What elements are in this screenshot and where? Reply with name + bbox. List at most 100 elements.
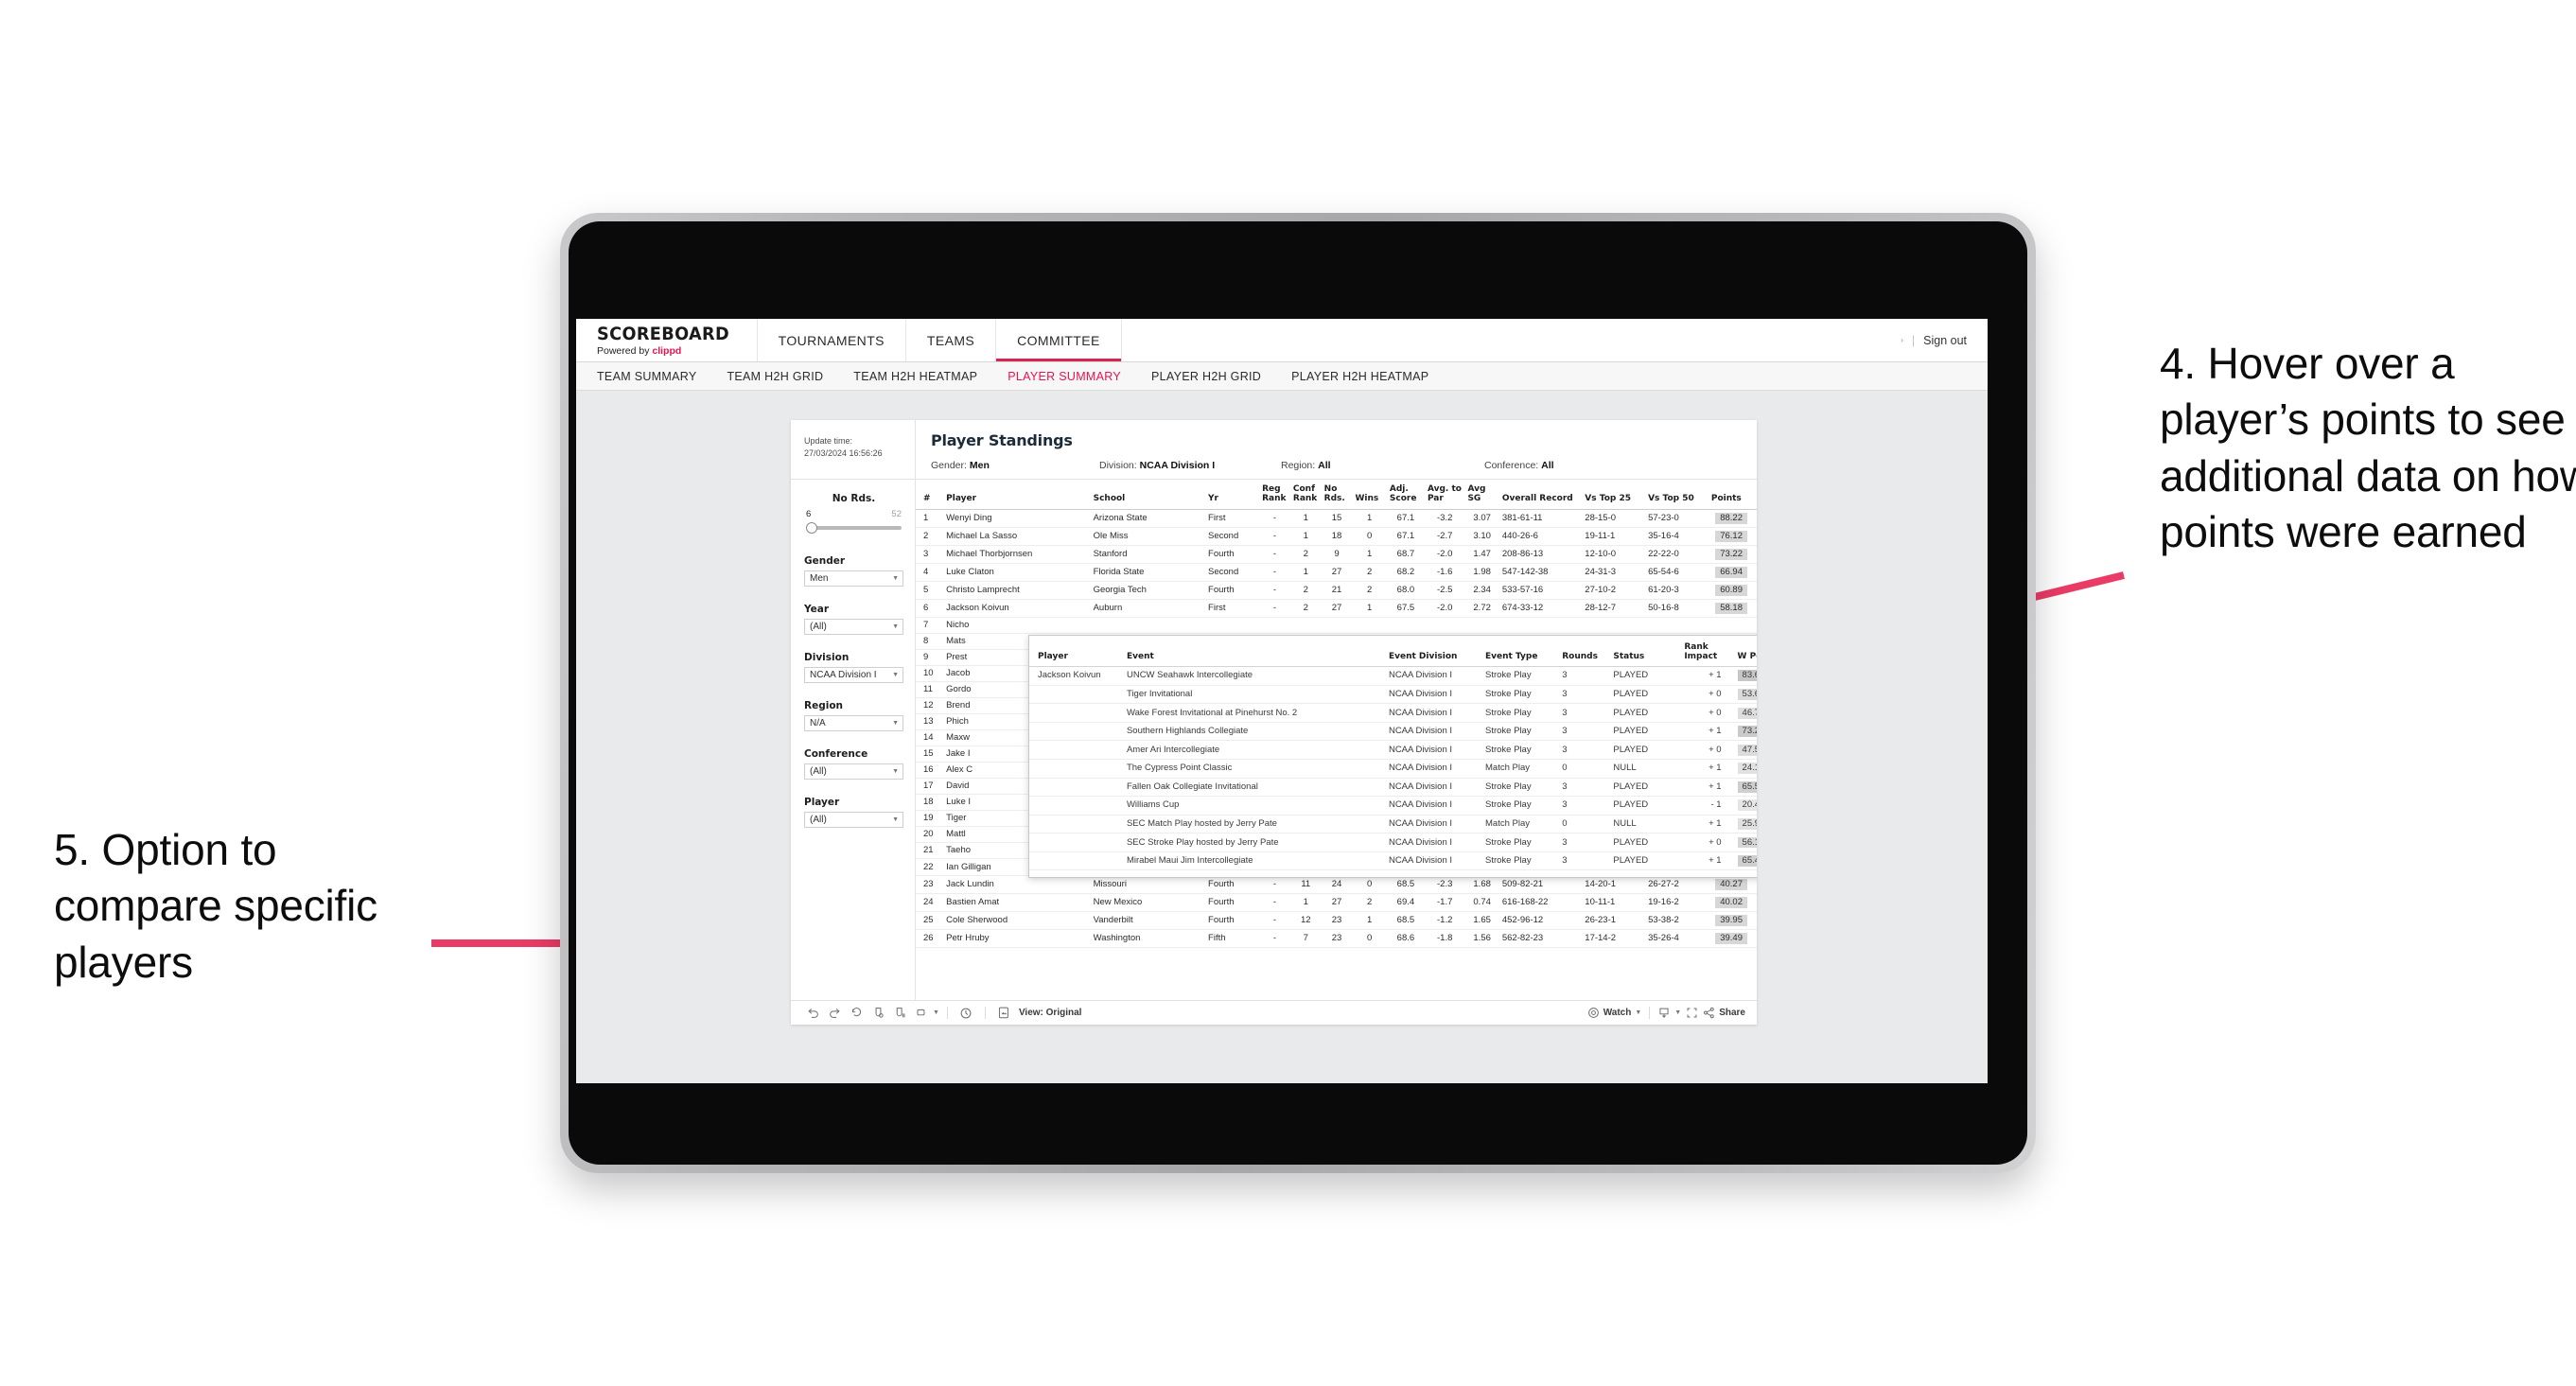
pause-updates-icon[interactable] <box>889 1007 911 1019</box>
view-original-icon[interactable] <box>993 1007 1015 1019</box>
pause-auto-update-icon[interactable] <box>955 1007 977 1020</box>
col-points[interactable]: Points <box>1708 480 1757 511</box>
cell-t50 <box>1645 617 1709 634</box>
undo-icon[interactable] <box>802 1007 824 1019</box>
nav-tab-committee[interactable]: COMMITTEE <box>996 319 1122 361</box>
brand-logo[interactable]: SCOREBOARD Powered by clippd <box>576 319 758 361</box>
tooltip-cell-event: Southern Highlands Collegiate <box>1123 722 1386 742</box>
tooltip-cell-status: PLAYED <box>1610 851 1682 871</box>
table-row[interactable]: 7 Nicho <box>916 617 1757 634</box>
col-year[interactable]: Yr <box>1205 480 1260 511</box>
filter-conference-dropdown[interactable]: (All) ▼ <box>804 763 903 780</box>
table-row[interactable]: 6 Jackson Koivun Auburn First -2 27 1 67.5 -2.0 2… <box>916 599 1757 618</box>
points-value[interactable]: 60.89 <box>1715 585 1747 596</box>
sub-tab-player-h2h-heatmap[interactable]: PLAYER H2H HEATMAP <box>1291 370 1428 383</box>
tooltip-cell-player <box>1029 703 1124 723</box>
cell-num: 26 <box>916 929 944 949</box>
cell-num: 19 <box>916 810 944 827</box>
points-value[interactable]: 66.94 <box>1715 567 1747 579</box>
fullscreen-icon[interactable] <box>1681 1007 1703 1019</box>
cell-num: 11 <box>916 681 944 698</box>
revert-icon[interactable] <box>846 1007 867 1019</box>
col-overall-record[interactable]: Overall Record <box>1498 480 1583 511</box>
tooltip-cell-rnd: 0 <box>1559 759 1611 779</box>
col-vs-top-25[interactable]: Vs Top 25 <box>1582 480 1646 511</box>
sub-tab-team-h2h-heatmap[interactable]: TEAM H2H HEATMAP <box>853 370 977 383</box>
fit-view-caret-icon[interactable]: ▼ <box>933 1009 939 1016</box>
table-row[interactable]: 3 Michael Thorbjornsen Stanford Fourth -2 9 1 6… <box>916 545 1757 565</box>
view-original-label[interactable]: View: Original <box>1019 1008 1082 1018</box>
filter-panel: No Rds. 6 52 Gender Men ▼ Year (All) ▼ D… <box>791 480 916 1000</box>
cell-nr: 23 <box>1321 929 1353 949</box>
points-value[interactable]: 40.27 <box>1715 879 1747 891</box>
range-slider[interactable] <box>804 521 903 535</box>
col-rank[interactable]: # <box>916 480 944 511</box>
tooltip-cell-wp: 46.72 <box>1734 703 1757 723</box>
watch-button[interactable]: Watch ▼ <box>1587 1007 1641 1019</box>
filter-year-dropdown[interactable]: (All) ▼ <box>804 619 903 635</box>
cell-rr: - <box>1259 929 1290 949</box>
col-school[interactable]: School <box>1090 480 1206 511</box>
sub-tab-player-h2h-grid[interactable]: PLAYER H2H GRID <box>1151 370 1261 383</box>
table-row[interactable]: 24 Bastien Amat New Mexico Fourth -1 27 2 69.4-… <box>916 893 1757 913</box>
cell-rec: 562-82-23 <box>1498 929 1583 949</box>
sign-out-link[interactable]: Sign out <box>1923 334 1967 347</box>
tooltip-cell-event: Tiger Invitational <box>1123 685 1386 705</box>
cell-yr: Fourth <box>1205 545 1260 565</box>
table-row[interactable]: 1 Wenyi Ding Arizona State First -1 15 1 67.1 -3… <box>916 509 1757 529</box>
refresh-data-icon[interactable] <box>867 1007 889 1019</box>
slider-handle[interactable] <box>806 522 817 534</box>
table-row[interactable]: 23 Jack Lundin Missouri Fourth -11 24 0 68.5 -2.… <box>916 875 1757 895</box>
cell-w: 0 <box>1352 929 1387 949</box>
col-avg-to-par[interactable]: Avg. to Par <box>1424 480 1465 511</box>
sub-tab-team-h2h-grid[interactable]: TEAM H2H GRID <box>727 370 823 383</box>
cell-atp <box>1424 617 1465 634</box>
nav-tab-tournaments[interactable]: TOURNAMENTS <box>758 319 906 361</box>
col-avg-sg[interactable]: Avg SG <box>1464 480 1499 511</box>
col-player[interactable]: Player <box>943 480 1091 511</box>
download-button[interactable]: ▼ <box>1657 1007 1681 1019</box>
table-row[interactable]: 5 Christo Lamprecht Georgia Tech Fourth -2 21… <box>916 581 1757 600</box>
points-value[interactable]: 40.02 <box>1715 897 1747 909</box>
redo-icon[interactable] <box>824 1007 846 1019</box>
filter-player-dropdown[interactable]: (All) ▼ <box>804 812 903 828</box>
col-wins[interactable]: Wins <box>1352 480 1387 511</box>
filter-division-dropdown[interactable]: NCAA Division I ▼ <box>804 667 903 683</box>
tooltip-cell-status: PLAYED <box>1610 666 1682 686</box>
filter-gender-dropdown[interactable]: Men ▼ <box>804 570 903 587</box>
tooltip-cell-div: NCAA Division I <box>1385 833 1482 852</box>
filter-player-label: Player <box>804 797 840 808</box>
filter-conference-value: (All) <box>810 766 827 777</box>
cell-play: Jackson Koivun <box>943 599 1091 618</box>
table-row[interactable]: 4 Luke Claton Florida State Second -1 27 2 68.2… <box>916 563 1757 583</box>
tooltip-cell-wp: 20.47 <box>1734 796 1757 816</box>
points-value[interactable]: 39.95 <box>1715 915 1747 927</box>
col-conf-rank[interactable]: Conf Rank <box>1289 480 1322 511</box>
tooltip-cell-div: NCAA Division I <box>1385 815 1482 834</box>
col-vs-top-50[interactable]: Vs Top 50 <box>1645 480 1709 511</box>
filter-region-dropdown[interactable]: N/A ▼ <box>804 715 903 731</box>
filter-no-rounds[interactable]: No Rds. 6 52 <box>804 493 903 535</box>
col-reg-rank[interactable]: Reg Rank <box>1259 480 1290 511</box>
cell-num: 12 <box>916 697 944 714</box>
cell-atp: -2.5 <box>1424 581 1465 600</box>
points-value[interactable]: 39.49 <box>1715 933 1747 945</box>
share-button[interactable]: Share <box>1703 1007 1745 1019</box>
points-value[interactable]: 76.12 <box>1715 531 1747 543</box>
filter-division: Division NCAA Division I ▼ <box>804 652 903 683</box>
col-no-rounds[interactable]: No Rds. <box>1321 480 1353 511</box>
cell-nr: 9 <box>1321 545 1353 565</box>
table-row[interactable]: 26 Petr Hruby Washington Fifth -7 23 0 68.6 -1.8… <box>916 929 1757 949</box>
nav-tab-teams[interactable]: TEAMS <box>906 319 997 361</box>
points-value[interactable]: 88.22 <box>1715 513 1747 525</box>
chevron-right-icon[interactable]: › <box>1901 336 1903 344</box>
sub-tab-team-summary[interactable]: TEAM SUMMARY <box>597 370 696 383</box>
table-row[interactable]: 25 Cole Sherwood Vanderbilt Fourth -12 23 1 68.… <box>916 911 1757 931</box>
table-row[interactable]: 2 Michael La Sasso Ole Miss Second -1 18 0 67.1… <box>916 527 1757 547</box>
points-value[interactable]: 58.18 <box>1715 603 1747 614</box>
sub-tab-player-summary[interactable]: PLAYER SUMMARY <box>1008 370 1121 383</box>
col-adj-score[interactable]: Adj. Score <box>1386 480 1425 511</box>
fit-view-icon[interactable] <box>911 1007 933 1019</box>
points-value[interactable]: 73.22 <box>1715 549 1747 561</box>
summary-gender-label: Gender: <box>931 460 967 471</box>
